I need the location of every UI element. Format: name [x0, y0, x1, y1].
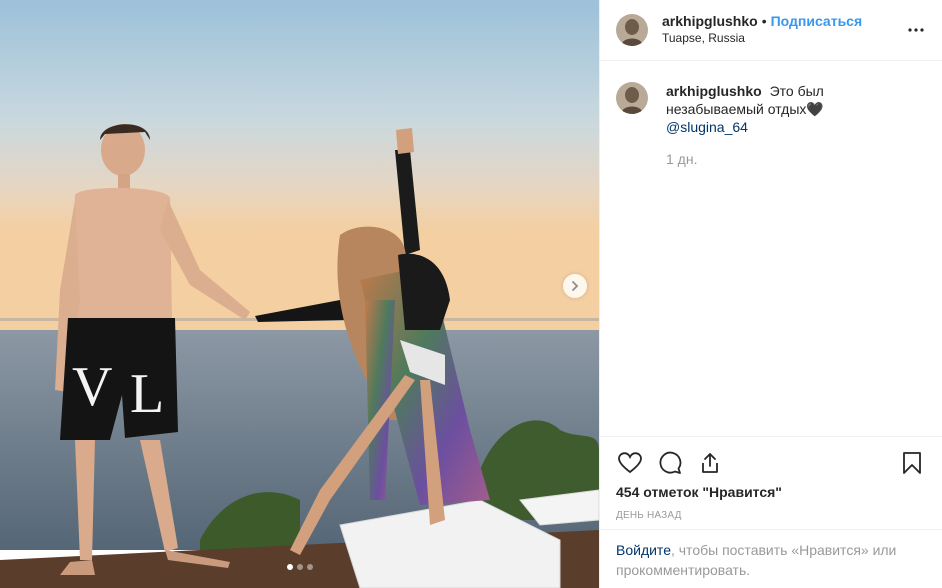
login-prompt: Войдите, чтобы поставить «Нравится» или … — [600, 529, 942, 580]
avatar[interactable] — [616, 82, 648, 114]
actions-section: 454 отметок "Нравится" ДЕНЬ НАЗАД — [600, 436, 942, 521]
follow-button[interactable]: Подписаться — [771, 13, 863, 29]
instagram-post: V L arkhipglushko • Подписаться Tuapse, … — [0, 0, 942, 588]
post-header: arkhipglushko • Подписаться Tuapse, Russia — [600, 0, 942, 61]
bookmark-icon — [903, 452, 921, 474]
carousel-dot — [296, 564, 303, 570]
post-date[interactable]: ДЕНЬ НАЗАД — [600, 510, 942, 521]
svg-text:V: V — [72, 356, 112, 418]
avatar[interactable] — [616, 14, 648, 46]
carousel-dot — [306, 564, 313, 570]
chevron-right-icon — [572, 281, 579, 291]
carousel-dots — [0, 564, 599, 570]
carousel-dot — [286, 564, 293, 570]
save-button[interactable] — [896, 447, 928, 479]
comment-button[interactable] — [654, 447, 686, 479]
carousel-next-button[interactable] — [563, 274, 587, 298]
caption-comment: arkhipglushko Это был незабываемый отдых… — [616, 82, 926, 168]
like-button[interactable] — [614, 447, 646, 479]
location-link[interactable]: Tuapse, Russia — [662, 30, 862, 47]
caption-username[interactable]: arkhipglushko — [666, 83, 762, 99]
post-photo[interactable]: V L — [0, 0, 599, 588]
svg-text:L: L — [130, 363, 164, 425]
mention-link[interactable]: @slugina_64 — [666, 119, 748, 135]
separator-dot: • — [761, 13, 767, 29]
login-link[interactable]: Войдите — [616, 542, 671, 558]
header-username[interactable]: arkhipglushko — [662, 13, 758, 29]
share-button[interactable] — [694, 447, 726, 479]
post-side-panel: arkhipglushko • Подписаться Tuapse, Russia… — [599, 0, 942, 588]
more-options-icon — [908, 28, 924, 32]
more-options-button[interactable] — [906, 22, 926, 38]
comment-timestamp: 1 дн. — [666, 151, 698, 167]
beach-couple-photo: V L — [0, 0, 599, 588]
comment-icon — [659, 451, 682, 474]
likes-count[interactable]: 454 отметок "Нравится" — [600, 484, 942, 500]
share-icon — [702, 453, 718, 473]
heart-icon — [618, 452, 642, 474]
